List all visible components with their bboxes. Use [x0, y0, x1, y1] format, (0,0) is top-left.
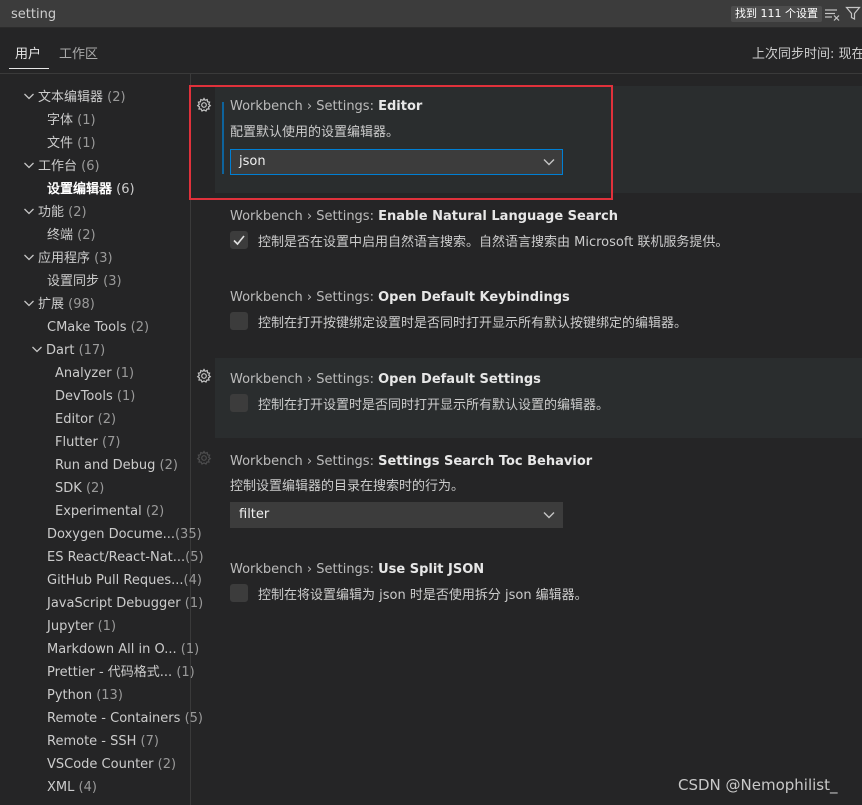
toc-item-application[interactable]: 应用程序 (3) [22, 247, 113, 270]
toc-item-font[interactable]: 字体 (1) [47, 109, 96, 132]
toc-behavior-select[interactable]: filter [230, 502, 563, 528]
chevron-down-icon [24, 162, 34, 169]
result-count-badge: 找到 111 个设置 [731, 6, 822, 22]
setting-use-split-json: Workbench › Settings: Use Split JSON 控制在… [215, 549, 862, 627]
toc-item-xml[interactable]: XML (4) [47, 776, 97, 799]
toc-item-analyzer[interactable]: Analyzer (1) [55, 362, 134, 385]
toc-item-remote-containers[interactable]: Remote - Containers (5) [47, 707, 203, 730]
setting-enable-natural-language-search: Workbench › Settings: Enable Natural Lan… [215, 196, 862, 274]
chevron-down-icon [24, 93, 34, 100]
header-divider [0, 73, 862, 74]
split-json-checkbox[interactable] [230, 584, 248, 602]
settings-scope-tabs: 用户 工作区 上次同步时间: 现在 [0, 28, 862, 74]
chevron-down-icon [32, 346, 42, 353]
gear-icon[interactable] [196, 97, 212, 113]
toc-item-es-react[interactable]: ES React/React-Nat...(5) [47, 546, 204, 569]
setting-description: 控制是否在设置中启用自然语言搜索。自然语言搜索由 Microsoft 联机服务提… [258, 235, 729, 250]
toc-divider [190, 74, 191, 805]
chevron-down-icon [24, 208, 34, 215]
check-icon [233, 235, 245, 246]
toc-item-sdk[interactable]: SDK (2) [55, 477, 104, 500]
keybindings-checkbox[interactable] [230, 312, 248, 330]
setting-description: 控制设置编辑器的目录在搜索时的行为。 [230, 479, 465, 494]
focus-indicator [222, 102, 224, 174]
toc-item-jupyter[interactable]: Jupyter (1) [47, 615, 116, 638]
toc-item-experimental[interactable]: Experimental (2) [55, 500, 164, 523]
toc-item-editor[interactable]: Editor (2) [55, 408, 116, 431]
toc-item-terminal[interactable]: 终端 (2) [47, 224, 96, 247]
toc-item-dart[interactable]: Dart (17) [30, 339, 105, 362]
toc-item-features[interactable]: 功能 (2) [22, 201, 87, 224]
toc-item-settings-editor[interactable]: 设置编辑器 (6) [47, 178, 135, 201]
setting-title: Workbench › Settings: Enable Natural Lan… [230, 209, 619, 224]
toc-item-files[interactable]: 文件 (1) [47, 132, 96, 155]
chevron-down-icon [543, 512, 555, 519]
toc-item-extensions[interactable]: 扩展 (98) [22, 293, 95, 316]
toc-item-cmake-tools[interactable]: CMake Tools (2) [47, 316, 149, 339]
setting-title: Workbench › Settings: Open Default Setti… [230, 372, 541, 387]
tab-user[interactable]: 用户 [15, 45, 41, 65]
settings-editor-select[interactable]: json [230, 149, 563, 175]
gear-icon[interactable] [196, 450, 212, 466]
setting-description: 控制在打开按键绑定设置时是否同时打开显示所有默认按键绑定的编辑器。 [258, 316, 688, 331]
toc-item-python[interactable]: Python (13) [47, 684, 123, 707]
toc-item-js-debugger[interactable]: JavaScript Debugger (1) [47, 592, 203, 615]
setting-title: Workbench › Settings: Open Default Keybi… [230, 290, 570, 305]
setting-open-default-keybindings: Workbench › Settings: Open Default Keybi… [215, 277, 862, 355]
setting-description: 配置默认使用的设置编辑器。 [230, 125, 400, 140]
settings-search-bar: 找到 111 个设置 [0, 0, 862, 28]
toc-item-vscode-counter[interactable]: VSCode Counter (2) [47, 753, 176, 776]
toc-item-markdown[interactable]: Markdown All in O... (1) [47, 638, 199, 661]
filter-icon[interactable] [845, 5, 861, 21]
setting-title: Workbench › Settings: Settings Search To… [230, 454, 593, 469]
settings-search-input[interactable] [0, 0, 720, 28]
toc-item-github-pr[interactable]: GitHub Pull Reques...(4) [47, 569, 202, 592]
setting-settings-editor: Workbench › Settings: Editor 配置默认使用的设置编辑… [215, 86, 862, 193]
tab-workspace[interactable]: 工作区 [59, 45, 98, 65]
toc-item-run-and-debug[interactable]: Run and Debug (2) [55, 454, 178, 477]
toc-item-doxygen[interactable]: Doxygen Docume...(35) [47, 523, 202, 546]
chevron-down-icon [543, 159, 555, 166]
chevron-down-icon [24, 300, 34, 307]
setting-description: 控制在打开设置时是否同时打开显示所有默认设置的编辑器。 [258, 398, 610, 413]
setting-open-default-settings: Workbench › Settings: Open Default Setti… [215, 358, 862, 438]
toc-item-prettier[interactable]: Prettier - 代码格式... (1) [47, 661, 195, 684]
chevron-down-icon [24, 254, 34, 261]
active-tab-indicator [9, 68, 49, 69]
watermark: CSDN @Nemophilist_ [678, 776, 838, 794]
setting-search-toc-behavior: Workbench › Settings: Settings Search To… [215, 440, 862, 545]
sync-status: 上次同步时间: 现在 [752, 47, 862, 62]
default-settings-checkbox[interactable] [230, 394, 248, 412]
toc-item-flutter[interactable]: Flutter (7) [55, 431, 120, 454]
setting-title: Workbench › Settings: Use Split JSON [230, 562, 485, 577]
setting-title: Workbench › Settings: Editor [230, 99, 423, 114]
toc-item-remote-ssh[interactable]: Remote - SSH (7) [47, 730, 159, 753]
gear-icon[interactable] [196, 368, 212, 384]
toc-item-text-editor[interactable]: 文本编辑器 (2) [22, 86, 126, 109]
toc-item-devtools[interactable]: DevTools (1) [55, 385, 135, 408]
nls-checkbox[interactable] [230, 231, 248, 249]
toc-item-settings-sync[interactable]: 设置同步 (3) [47, 270, 122, 293]
clear-filter-icon[interactable] [824, 6, 840, 22]
setting-description: 控制在将设置编辑为 json 时是否使用拆分 json 编辑器。 [258, 588, 588, 603]
toc-item-workbench[interactable]: 工作台 (6) [22, 155, 100, 178]
